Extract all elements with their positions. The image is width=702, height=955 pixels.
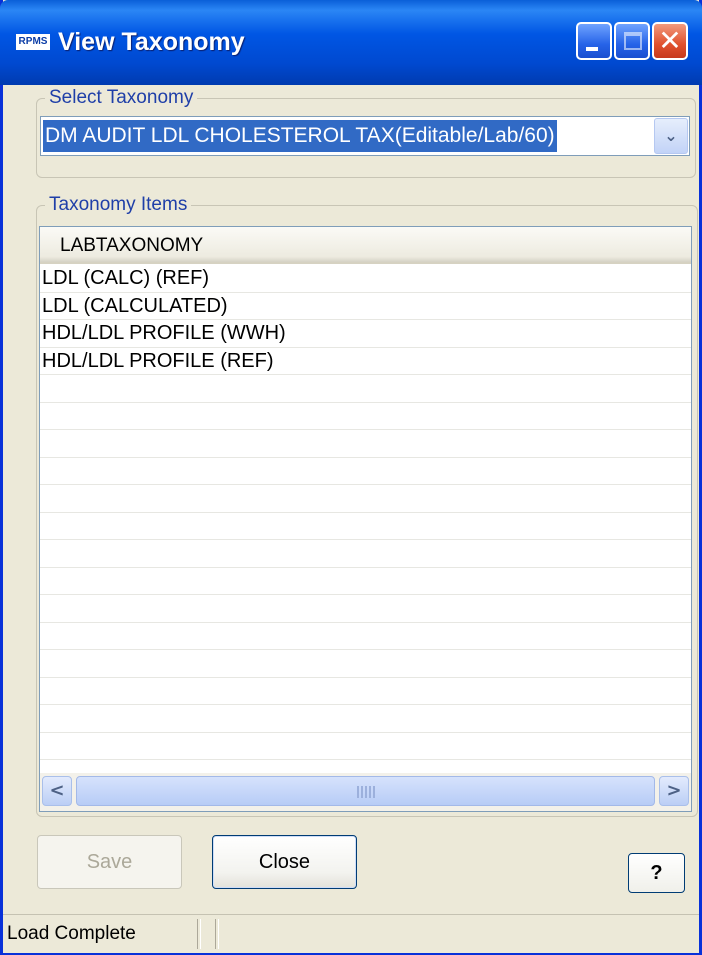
app-icon: RPMS bbox=[16, 34, 50, 50]
save-button[interactable]: Save bbox=[37, 835, 182, 889]
status-bar: Load Complete bbox=[3, 914, 699, 953]
list-item[interactable] bbox=[40, 705, 691, 733]
list-item[interactable] bbox=[40, 403, 691, 430]
title-bar[interactable]: RPMS View Taxonomy ✕ bbox=[0, 0, 702, 85]
minimize-button[interactable] bbox=[576, 22, 612, 60]
list-item[interactable] bbox=[40, 568, 691, 595]
taxonomy-items-list[interactable]: LABTAXONOMY LDL (CALC) (REF) LDL (CALCULA… bbox=[39, 226, 692, 812]
list-item[interactable]: HDL/LDL PROFILE (REF) bbox=[40, 348, 691, 375]
taxonomy-select-value: DM AUDIT LDL CHOLESTEROL TAX(Editable/La… bbox=[42, 119, 558, 153]
scroll-left-button[interactable]: < bbox=[42, 776, 72, 806]
status-text: Load Complete bbox=[7, 923, 136, 944]
scroll-right-button[interactable]: > bbox=[659, 776, 689, 806]
list-item[interactable]: LDL (CALCULATED) bbox=[40, 293, 691, 320]
list-item[interactable] bbox=[40, 513, 691, 540]
status-divider bbox=[197, 919, 201, 949]
column-header-labtaxonomy[interactable]: LABTAXONOMY bbox=[40, 227, 691, 264]
list-item[interactable]: LDL (CALC) (REF) bbox=[40, 265, 691, 293]
list-item[interactable] bbox=[40, 650, 691, 678]
maximize-button[interactable] bbox=[614, 22, 650, 60]
list-item[interactable] bbox=[40, 678, 691, 705]
minimize-icon bbox=[586, 47, 598, 51]
taxonomy-items-label: Taxonomy Items bbox=[45, 193, 192, 217]
list-item[interactable] bbox=[40, 733, 691, 760]
list-item[interactable]: HDL/LDL PROFILE (WWH) bbox=[40, 320, 691, 348]
chevron-down-icon: ⌄ bbox=[664, 126, 678, 145]
list-item[interactable] bbox=[40, 595, 691, 623]
window-title: View Taxonomy bbox=[58, 28, 245, 56]
list-body: LDL (CALC) (REF) LDL (CALCULATED) HDL/LDL … bbox=[40, 265, 691, 773]
maximize-icon bbox=[624, 32, 642, 50]
scroll-thumb[interactable] bbox=[76, 776, 655, 806]
select-taxonomy-label: Select Taxonomy bbox=[45, 86, 198, 110]
help-button[interactable]: ? bbox=[628, 853, 685, 893]
close-window-button[interactable]: ✕ bbox=[652, 22, 688, 60]
view-taxonomy-window: RPMS View Taxonomy ✕ Select Taxonomy DM … bbox=[0, 0, 702, 955]
dropdown-button[interactable]: ⌄ bbox=[654, 118, 688, 154]
list-item[interactable] bbox=[40, 485, 691, 513]
status-divider bbox=[215, 919, 219, 949]
close-button[interactable]: Close bbox=[212, 835, 357, 889]
list-item[interactable] bbox=[40, 458, 691, 485]
grip-icon bbox=[356, 786, 375, 798]
column-header-label: LABTAXONOMY bbox=[60, 235, 204, 256]
taxonomy-select[interactable]: DM AUDIT LDL CHOLESTEROL TAX(Editable/La… bbox=[40, 116, 690, 156]
close-icon: ✕ bbox=[658, 24, 682, 57]
list-item[interactable] bbox=[40, 430, 691, 458]
list-item[interactable] bbox=[40, 540, 691, 568]
horizontal-scrollbar[interactable]: < > bbox=[40, 773, 691, 811]
list-item[interactable] bbox=[40, 623, 691, 650]
list-item[interactable] bbox=[40, 375, 691, 403]
